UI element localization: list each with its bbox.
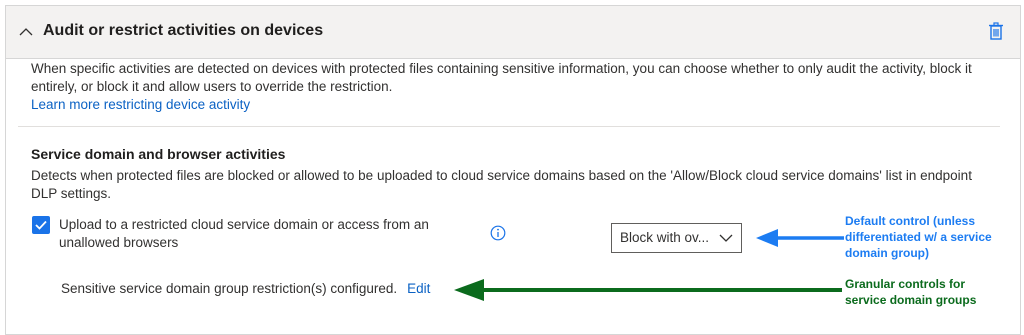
chevron-down-icon [719, 234, 733, 242]
action-dropdown-value: Block with ov... [620, 230, 710, 245]
trash-icon[interactable] [988, 22, 1004, 40]
learn-more-link[interactable]: Learn more restricting device activity [31, 97, 250, 112]
divider [18, 126, 1000, 127]
section-description: Detects when protected files are blocked… [31, 168, 972, 201]
section-title: Service domain and browser activities [31, 146, 286, 162]
intro-text-block: When specific activities are detected on… [31, 60, 991, 114]
chevron-up-icon[interactable] [18, 24, 34, 40]
upload-restriction-label[interactable]: Upload to a restricted cloud service dom… [59, 216, 479, 252]
green-arrow-annotation [454, 279, 842, 301]
intro-description: When specific activities are detected on… [31, 61, 972, 94]
granular-controls-annotation: Granular controls for service domain gro… [845, 277, 977, 307]
edit-link[interactable]: Edit [407, 281, 430, 296]
info-icon[interactable] [490, 225, 506, 241]
default-control-annotation: Default control (unless differentiated w… [845, 214, 992, 260]
panel-header[interactable]: Audit or restrict activities on devices [6, 6, 1020, 59]
checkmark-icon [35, 220, 47, 230]
blue-arrow-annotation [756, 229, 844, 247]
action-dropdown[interactable]: Block with ov... [611, 223, 742, 253]
panel-title: Audit or restrict activities on devices [43, 22, 324, 39]
upload-restriction-checkbox[interactable] [32, 216, 50, 234]
group-restriction-text: Sensitive service domain group restricti… [61, 281, 398, 296]
service-domain-group-row: Sensitive service domain group restricti… [61, 280, 430, 298]
